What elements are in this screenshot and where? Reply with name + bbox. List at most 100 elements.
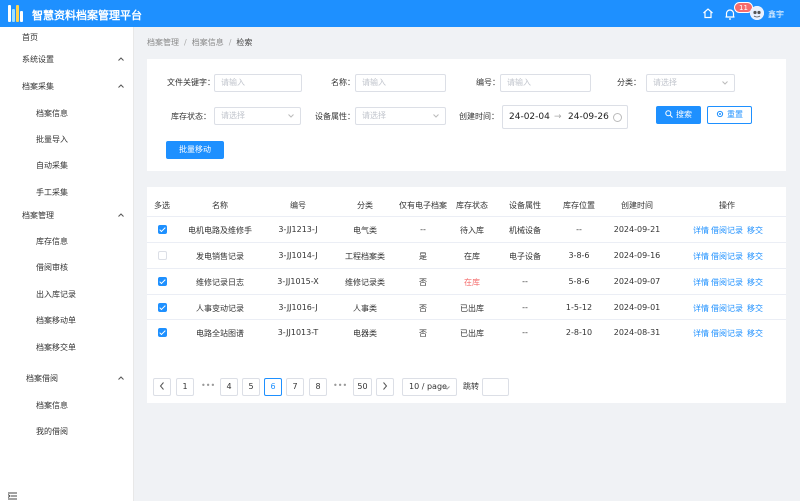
borrow-records-link[interactable]: 借阅记录 <box>711 277 743 288</box>
details-link[interactable]: 详情 <box>693 328 709 339</box>
cell-code: 3-JJ1016-J <box>278 303 318 312</box>
sidebar-item-transfer-order[interactable]: 档案移交单 <box>0 337 134 359</box>
row-checkbox[interactable] <box>158 303 167 312</box>
page-button[interactable]: 50 <box>353 378 372 396</box>
date-start[interactable]: 24-02-04 <box>509 112 550 122</box>
search-button[interactable]: 搜索 <box>656 106 701 124</box>
borrow-records-link[interactable]: 借阅记录 <box>711 328 743 339</box>
cell-name: 人事变动记录 <box>196 304 244 313</box>
app-logo-icon <box>8 5 25 22</box>
stock-status-label: 库存状态： <box>171 112 211 121</box>
transfer-link[interactable]: 移交 <box>747 251 763 262</box>
keyword-input[interactable]: 请输入 <box>214 74 302 92</box>
details-link[interactable]: 详情 <box>693 225 709 236</box>
row-checkbox[interactable] <box>158 225 167 234</box>
transfer-link[interactable]: 移交 <box>747 303 763 314</box>
created-date-range[interactable]: 24-02-04 → 24-09-26 <box>502 105 628 129</box>
details-link[interactable]: 详情 <box>693 251 709 262</box>
search-panel: 文件关键字： 请输入 名称： 请输入 编号： 请输入 分类： 请选择 库存状态：… <box>147 59 786 171</box>
column-header: 编号 <box>290 201 306 210</box>
sidebar-item-stock-info[interactable]: 库存信息 <box>0 231 134 253</box>
sidebar-item-label: 库存信息 <box>36 237 68 246</box>
breadcrumb-item[interactable]: 档案管理 <box>147 38 179 47</box>
cell-device: -- <box>522 303 528 312</box>
borrow-records-link[interactable]: 借阅记录 <box>711 225 743 236</box>
device-attr-select[interactable]: 请选择 <box>355 107 446 125</box>
sidebar-item-archive-borrow[interactable]: 档案借阅 <box>0 368 134 390</box>
sidebar-item-my-borrows[interactable]: 我的借阅 <box>0 421 134 443</box>
page-button[interactable]: 4 <box>220 378 238 396</box>
pagination-ellipsis[interactable]: ••• <box>201 381 215 390</box>
row-checkbox[interactable] <box>158 251 167 260</box>
sidebar-item-label: 借阅审核 <box>36 263 68 272</box>
cell-name: 电路全站图谱 <box>196 329 244 338</box>
transfer-link[interactable]: 移交 <box>747 277 763 288</box>
transfer-link[interactable]: 移交 <box>747 328 763 339</box>
column-header: 库存状态 <box>456 201 488 210</box>
menu-collapse-icon[interactable] <box>8 492 17 500</box>
sidebar-item-archive-management[interactable]: 档案管理 <box>0 205 134 227</box>
sidebar-item-borrow-archive-info[interactable]: 档案信息 <box>0 395 134 417</box>
borrow-records-link[interactable]: 借阅记录 <box>711 303 743 314</box>
transfer-link[interactable]: 移交 <box>747 225 763 236</box>
name-input[interactable]: 请输入 <box>355 74 446 92</box>
sidebar-item-batch-import[interactable]: 批量导入 <box>0 129 134 151</box>
sidebar-item-label: 档案采集 <box>22 82 54 91</box>
column-header: 仅有电子档案 <box>399 201 447 210</box>
sidebar-item-system-settings[interactable]: 系统设置 <box>0 49 134 71</box>
cell-location: -- <box>576 225 582 234</box>
sidebar-item-label: 批量导入 <box>36 135 68 144</box>
cell-location: 2-8-10 <box>565 328 593 337</box>
avatar[interactable] <box>750 6 764 20</box>
row-checkbox[interactable] <box>158 328 167 337</box>
sidebar-item-move-order[interactable]: 档案移动单 <box>0 310 134 332</box>
cell-code: 3-JJ1014-J <box>278 251 318 260</box>
details-link[interactable]: 详情 <box>693 277 709 288</box>
category-select[interactable]: 请选择 <box>646 74 735 92</box>
date-end[interactable]: 24-09-26 <box>568 112 609 122</box>
clock-icon <box>613 113 622 122</box>
cell-device: 机械设备 <box>509 226 541 235</box>
borrow-records-link[interactable]: 借阅记录 <box>711 251 743 262</box>
cell-code: 3-JJ1213-J <box>278 225 318 234</box>
breadcrumb-current: 检索 <box>236 38 253 47</box>
pagination-ellipsis[interactable]: ••• <box>333 381 347 390</box>
sidebar-item-archive-collection[interactable]: 档案采集 <box>0 76 134 98</box>
page-size-select[interactable]: 10 / page <box>402 378 457 396</box>
breadcrumb-item[interactable]: 档案信息 <box>192 38 224 47</box>
code-input[interactable]: 请输入 <box>500 74 591 92</box>
username[interactable]: 鑫宇 <box>768 9 784 20</box>
cell-electronic-only: 否 <box>419 304 427 313</box>
sidebar-item-label: 档案借阅 <box>26 374 58 383</box>
sidebar-item-borrow-review[interactable]: 借阅审核 <box>0 257 134 279</box>
page-button[interactable]: 5 <box>242 378 260 396</box>
next-page-button[interactable] <box>376 378 394 396</box>
page-button[interactable]: 7 <box>286 378 304 396</box>
sidebar-item-in-out-records[interactable]: 出入库记录 <box>0 284 134 306</box>
sidebar-item-label: 手工采集 <box>36 188 68 197</box>
home-icon[interactable] <box>702 7 714 19</box>
top-bar: 智慧资料档案管理平台 11 鑫宇 <box>0 0 800 27</box>
sidebar-item-label: 档案管理 <box>22 211 54 220</box>
reset-button[interactable]: 重置 <box>707 106 752 124</box>
page-button-current[interactable]: 6 <box>264 378 282 396</box>
cell-status: 在库 <box>464 278 480 287</box>
row-checkbox[interactable] <box>158 277 167 286</box>
chevron-down-icon <box>444 386 450 390</box>
stock-status-select[interactable]: 请选择 <box>214 107 301 125</box>
sidebar-item-auto-collect[interactable]: 自动采集 <box>0 155 134 177</box>
cell-created: 2024-09-07 <box>613 277 661 286</box>
sidebar-item-manual-collect[interactable]: 手工采集 <box>0 182 134 204</box>
sidebar-item-label: 自动采集 <box>36 161 68 170</box>
sidebar-item-home[interactable]: 首页 <box>0 27 134 49</box>
page-button[interactable]: 1 <box>176 378 194 396</box>
cell-location: 5-8-6 <box>568 277 590 286</box>
jump-input[interactable] <box>482 378 509 396</box>
page-button[interactable]: 8 <box>309 378 327 396</box>
prev-page-button[interactable] <box>153 378 171 396</box>
sidebar-item-archive-info[interactable]: 档案信息 <box>0 103 134 125</box>
column-header: 创建时间 <box>621 201 653 210</box>
details-link[interactable]: 详情 <box>693 303 709 314</box>
table-row: 维修记录日志 3-JJ1015-X 维修记录类 否 在库 -- 5-8-6 2024-09-0… <box>147 268 786 293</box>
batch-move-button[interactable]: 批量移动 <box>166 141 224 159</box>
